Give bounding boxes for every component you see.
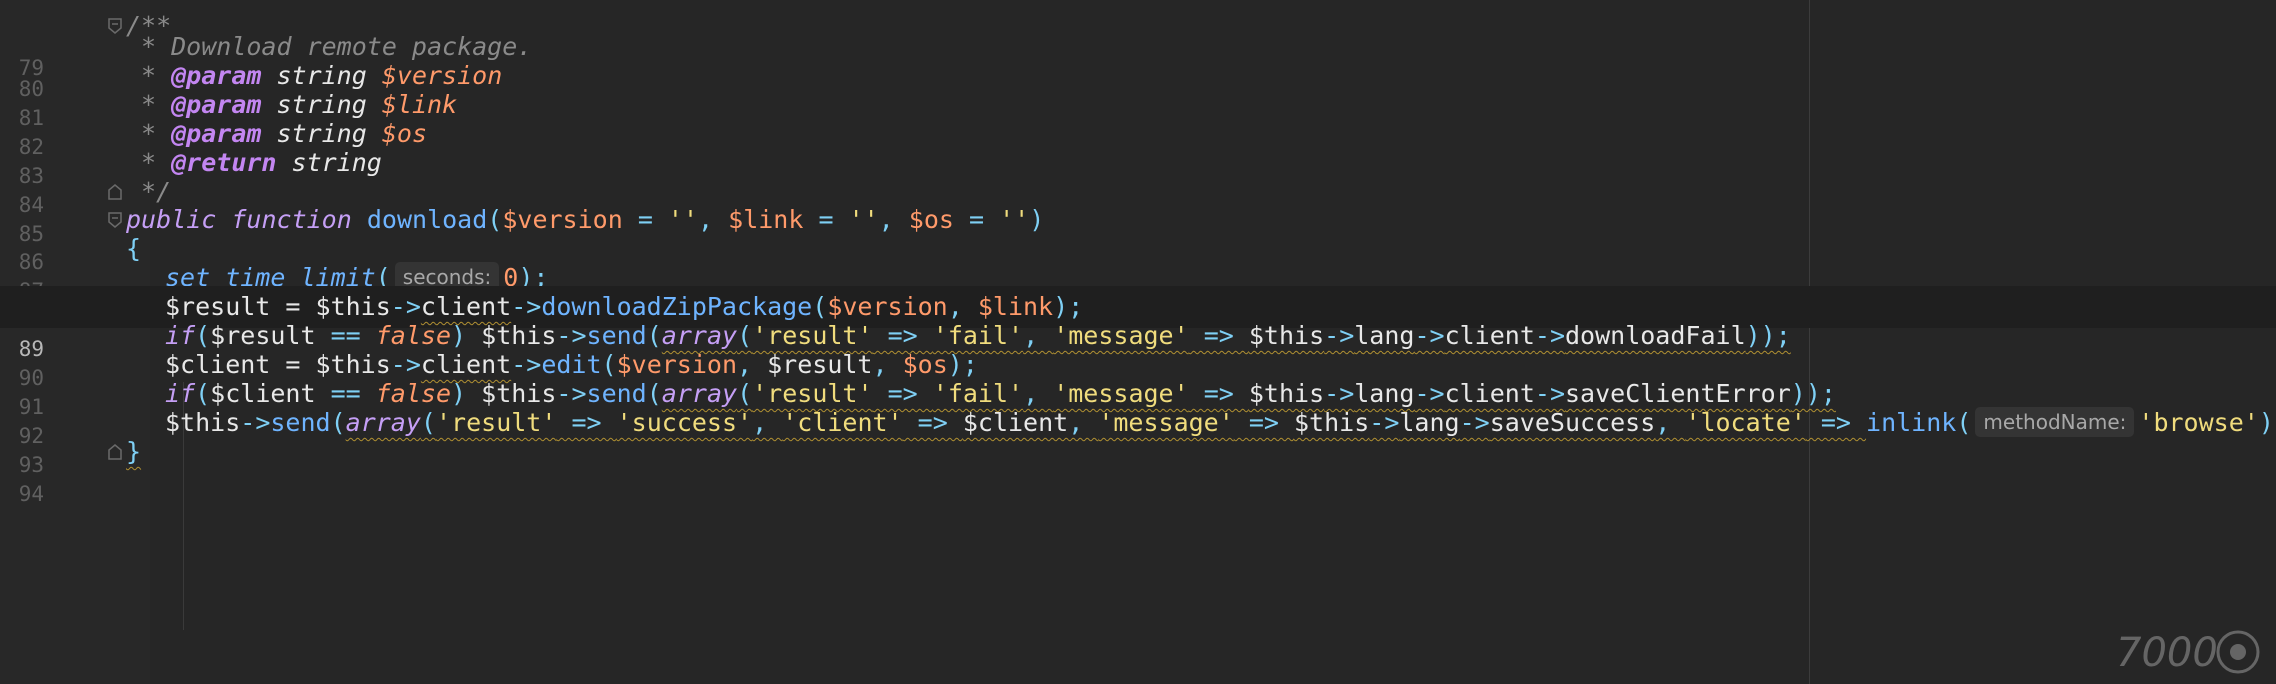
line-number: 94 bbox=[18, 482, 44, 506]
code-text: } bbox=[126, 437, 142, 466]
fold-open-icon[interactable] bbox=[108, 212, 122, 228]
code-line[interactable]: 94 } bbox=[0, 431, 2276, 506]
watermark-text: 7000 bbox=[2116, 630, 2218, 676]
watermark-logo: 7000 bbox=[2116, 626, 2266, 678]
fold-end-icon[interactable] bbox=[108, 184, 122, 200]
fold-end-icon[interactable] bbox=[108, 444, 122, 460]
code-editor[interactable]: 79 /** 80 * Download remote package. 81 … bbox=[0, 0, 2276, 684]
